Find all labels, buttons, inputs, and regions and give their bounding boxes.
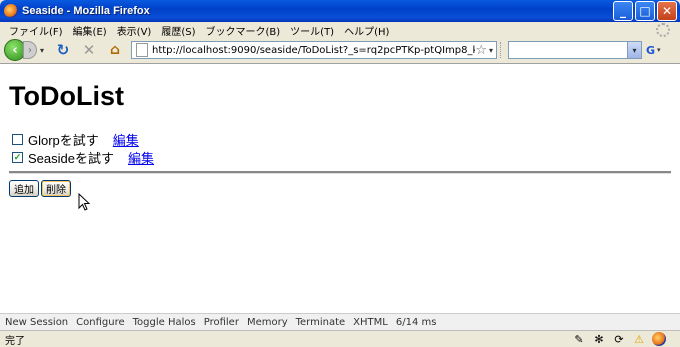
- firefox-icon: [4, 4, 18, 18]
- configure-link[interactable]: Configure: [76, 317, 124, 328]
- render-time: 6/14 ms: [395, 316, 437, 328]
- url-text[interactable]: http://localhost:9090/seaside/ToDoList?_…: [152, 45, 475, 56]
- menu-help[interactable]: ヘルプ(H): [339, 23, 394, 38]
- minimize-button[interactable]: _: [613, 1, 633, 21]
- page-favicon-icon: [136, 43, 148, 57]
- warning-icon[interactable]: ⚠: [632, 332, 646, 346]
- page-content: ToDoList Glorpを試す 編集 ✓ Seasideを試す 編集 追加 …: [0, 63, 680, 313]
- status-bar: 完了 ✎ ✻ ⟳ ⚠: [0, 330, 680, 347]
- todo-checkbox[interactable]: [12, 133, 23, 145]
- window-controls: _ □ ✕: [613, 1, 677, 21]
- todo-checkbox[interactable]: ✓: [12, 151, 23, 163]
- engine-dropdown-icon: ▾: [657, 46, 661, 54]
- forward-button[interactable]: ›: [23, 41, 37, 59]
- menu-bookmarks[interactable]: ブックマーク(B): [201, 23, 286, 38]
- forward-arrow-icon: ›: [28, 44, 32, 56]
- close-button[interactable]: ✕: [657, 1, 677, 21]
- status-icons: ✎ ✻ ⟳ ⚠: [572, 332, 666, 346]
- edit-tool-icon[interactable]: ✎: [572, 332, 586, 346]
- memory-link[interactable]: Memory: [247, 317, 288, 328]
- list-item: Glorpを試す 編集: [12, 130, 154, 148]
- window-titlebar[interactable]: Seaside - Mozilla Firefox _ □ ✕: [0, 0, 680, 22]
- history-dropdown-icon[interactable]: ▾: [37, 46, 47, 55]
- edit-link[interactable]: 編集: [128, 148, 154, 167]
- add-button[interactable]: 追加: [9, 180, 39, 197]
- search-engine-button[interactable]: G ▾: [646, 41, 668, 59]
- home-icon[interactable]: ⌂: [105, 40, 125, 60]
- bookmark-star-icon[interactable]: ☆: [475, 43, 487, 58]
- menu-edit[interactable]: 編集(E): [68, 23, 112, 38]
- google-icon: G: [646, 43, 656, 57]
- window-title: Seaside - Mozilla Firefox: [22, 5, 150, 17]
- maximize-button[interactable]: □: [635, 1, 655, 21]
- firefox-status-icon[interactable]: [652, 332, 666, 346]
- sync-icon[interactable]: ⟳: [612, 332, 626, 346]
- page-title: ToDoList: [9, 81, 124, 111]
- toggle-halos-link[interactable]: Toggle Halos: [133, 317, 196, 328]
- delete-button[interactable]: 削除: [41, 180, 71, 197]
- navigation-toolbar: ‹ › ▾ ↻ ✕ ⌂ http://localhost:9090/seasid…: [4, 39, 676, 61]
- reload-icon[interactable]: ↻: [53, 40, 73, 60]
- seaside-toolbar: New Session Configure Toggle Halos Profi…: [0, 313, 680, 330]
- gear-icon[interactable]: ✻: [592, 332, 606, 346]
- url-bar[interactable]: http://localhost:9090/seaside/ToDoList?_…: [131, 41, 497, 59]
- url-dropdown-icon[interactable]: ▾: [489, 46, 493, 55]
- profiler-link[interactable]: Profiler: [204, 317, 239, 328]
- back-arrow-icon: ‹: [12, 42, 18, 58]
- menu-file[interactable]: ファイル(F): [4, 23, 68, 38]
- xhtml-link[interactable]: XHTML: [353, 317, 388, 328]
- search-input[interactable]: ▾: [508, 41, 642, 59]
- edit-link[interactable]: 編集: [113, 130, 139, 149]
- toolbar-grip[interactable]: [500, 42, 506, 58]
- mouse-cursor-icon: [78, 193, 90, 211]
- todo-label: Seasideを試す: [28, 150, 114, 166]
- throbber-icon: [656, 23, 670, 37]
- menu-bar: ファイル(F) 編集(E) 表示(V) 履歴(S) ブックマーク(B) ツール(…: [4, 22, 676, 39]
- list-item: ✓ Seasideを試す 編集: [12, 148, 154, 166]
- stop-icon[interactable]: ✕: [79, 40, 99, 60]
- new-session-link[interactable]: New Session: [5, 317, 68, 328]
- divider: [9, 171, 671, 174]
- search-dropdown-icon[interactable]: ▾: [627, 42, 641, 58]
- menu-history[interactable]: 履歴(S): [156, 23, 200, 38]
- todo-list: Glorpを試す 編集 ✓ Seasideを試す 編集: [12, 130, 154, 166]
- terminate-link[interactable]: Terminate: [296, 317, 346, 328]
- menu-view[interactable]: 表示(V): [112, 23, 157, 38]
- todo-label: Glorpを試す: [28, 132, 99, 148]
- status-text: 完了: [5, 335, 25, 347]
- menu-tools[interactable]: ツール(T): [285, 23, 339, 38]
- action-buttons: 追加 削除: [9, 180, 71, 197]
